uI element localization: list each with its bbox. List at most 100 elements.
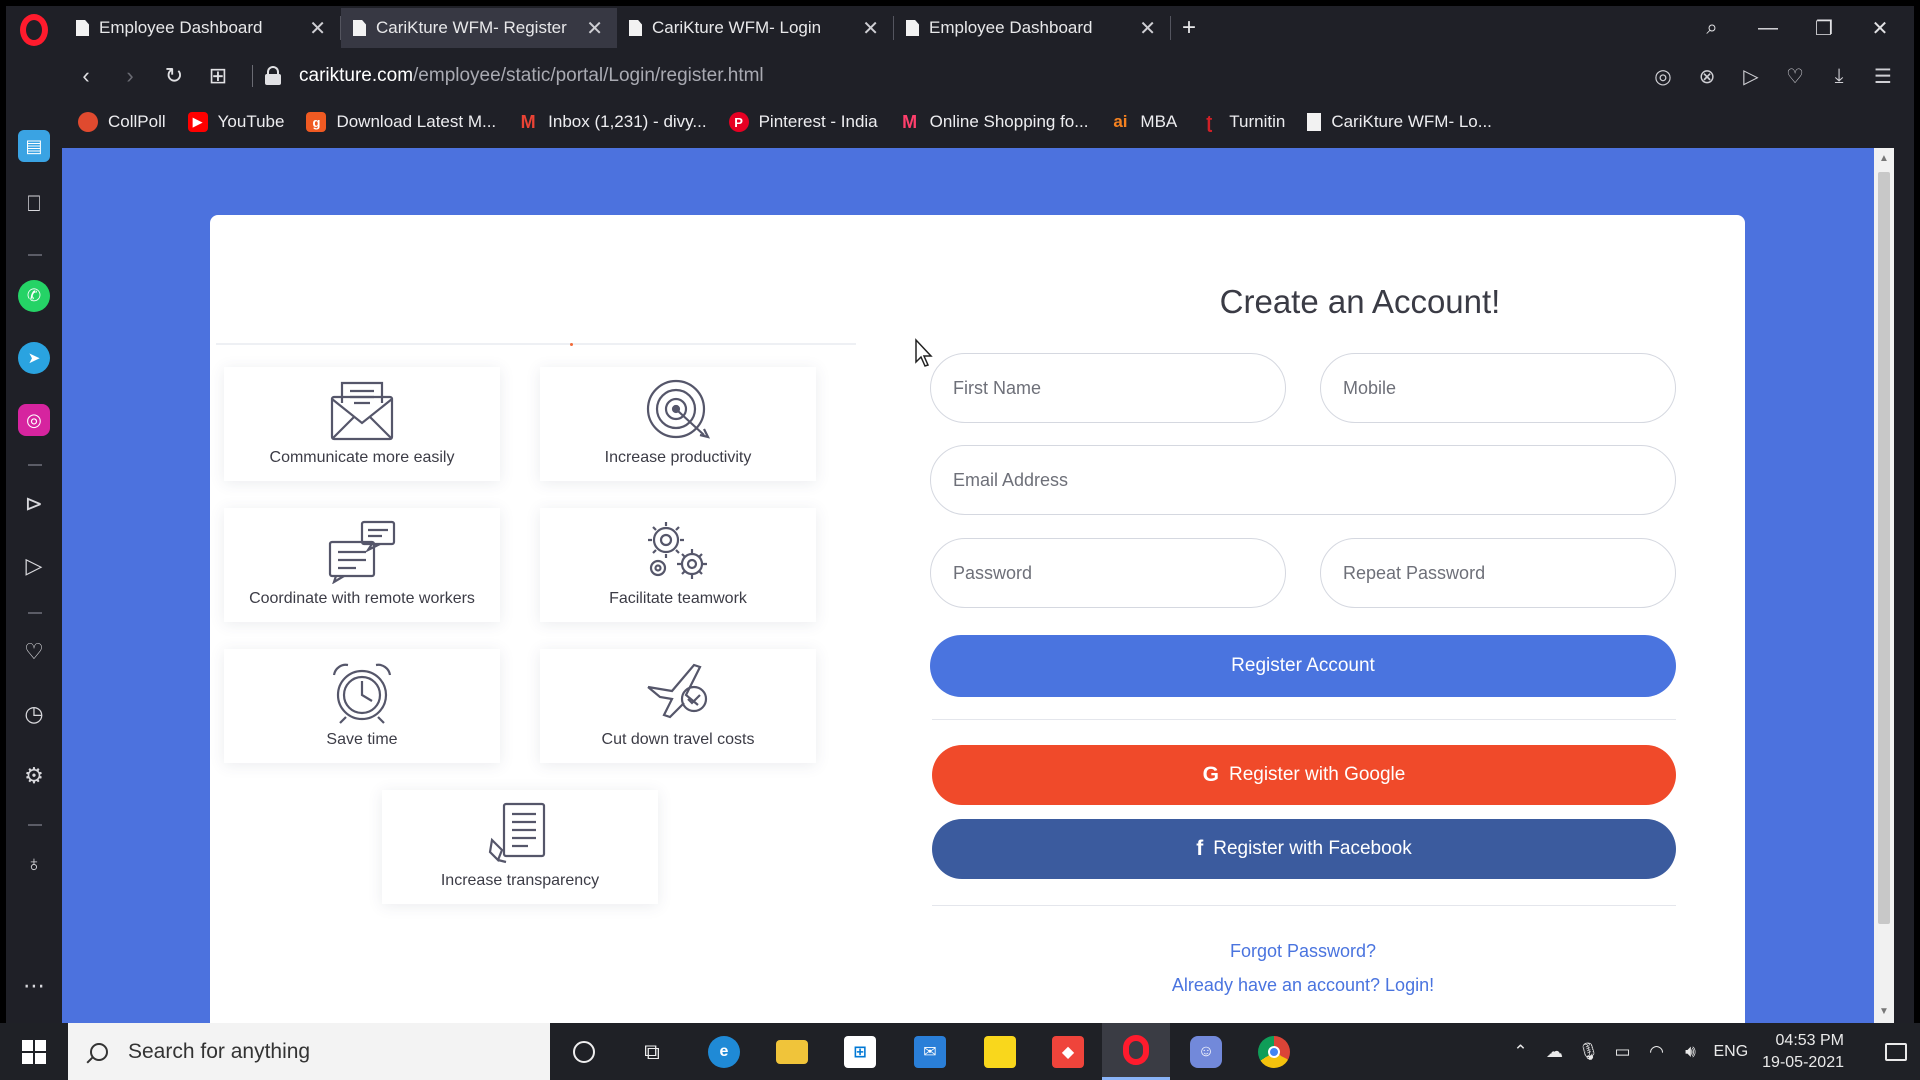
mouse-pointer-icon bbox=[915, 338, 933, 367]
bookmarks-icon[interactable]: ⎕ bbox=[18, 188, 50, 220]
feature-label: Increase productivity bbox=[604, 449, 752, 466]
sticky-notes-icon[interactable] bbox=[966, 1023, 1034, 1080]
address-actions: ◎ ⊗ ▷ ♡ ⤓ ☰ bbox=[1644, 56, 1902, 96]
tips-icon[interactable]: ♁ bbox=[18, 848, 50, 880]
divider bbox=[932, 905, 1676, 906]
password-input[interactable] bbox=[930, 538, 1286, 608]
feature-productivity: Increase productivity bbox=[540, 367, 816, 481]
edge-icon[interactable]: e bbox=[690, 1023, 758, 1080]
heart-icon[interactable]: ♡ bbox=[18, 636, 50, 668]
window-border bbox=[1914, 0, 1920, 1023]
mobile-input[interactable] bbox=[1320, 353, 1676, 423]
bookmark-label: MBA bbox=[1140, 112, 1178, 131]
anydesk-icon[interactable]: ◆ bbox=[1034, 1023, 1102, 1080]
store-icon[interactable]: ⊞ bbox=[826, 1023, 894, 1080]
back-button[interactable]: ‹ bbox=[64, 56, 108, 96]
chevron-up-icon[interactable]: ⌃ bbox=[1503, 1023, 1537, 1080]
more-icon[interactable]: ⋯ bbox=[18, 970, 50, 1002]
minimize-button[interactable]: — bbox=[1740, 8, 1796, 48]
discord-icon[interactable]: ☺ bbox=[1172, 1023, 1240, 1080]
new-tab-button[interactable]: + bbox=[1171, 8, 1207, 48]
scroll-down-icon[interactable]: ▼ bbox=[1874, 1003, 1894, 1021]
opera-menu-icon[interactable] bbox=[20, 14, 48, 46]
scroll-thumb[interactable] bbox=[1878, 172, 1890, 924]
alarm-clock-icon bbox=[332, 663, 392, 724]
clock[interactable]: 04:53 PM 19-05-2021 bbox=[1762, 1030, 1844, 1074]
repeat-password-input[interactable] bbox=[1320, 538, 1676, 608]
forward-button[interactable]: › bbox=[108, 56, 152, 96]
bookmark-pinterest[interactable]: P Pinterest - India bbox=[728, 112, 878, 132]
start-button[interactable] bbox=[0, 1023, 68, 1080]
tab-login[interactable]: CariKture WFM- Login ✕ bbox=[617, 8, 893, 48]
opera-taskbar-icon[interactable] bbox=[1102, 1023, 1170, 1080]
volume-icon[interactable]: 🔊︎ bbox=[1673, 1023, 1707, 1080]
login-link[interactable]: Already have an account? Login! bbox=[930, 975, 1676, 996]
restore-button[interactable]: ❐ bbox=[1796, 8, 1852, 48]
lock-icon[interactable] bbox=[265, 66, 281, 86]
mail-icon[interactable]: ✉ bbox=[896, 1023, 964, 1080]
divider bbox=[932, 719, 1676, 720]
instagram-icon[interactable]: ◎ bbox=[18, 404, 50, 436]
divider bbox=[28, 612, 42, 614]
player-icon[interactable]: ⊳ bbox=[18, 488, 50, 520]
taskbar-search[interactable]: Search for anything bbox=[68, 1023, 550, 1080]
bookmark-label: CollPoll bbox=[108, 112, 166, 131]
forgot-password-link[interactable]: Forgot Password? bbox=[930, 941, 1676, 962]
tab-employee-dashboard[interactable]: Employee Dashboard ✕ bbox=[64, 8, 340, 48]
page-scrollbar[interactable]: ▲ ▼ bbox=[1874, 148, 1894, 1023]
bookmark-label: Pinterest - India bbox=[758, 112, 878, 131]
notification-icon[interactable] bbox=[1872, 1023, 1920, 1080]
settings-icon[interactable]: ⚙ bbox=[18, 760, 50, 792]
tab-close-icon[interactable]: ✕ bbox=[1139, 16, 1156, 41]
heart-icon[interactable]: ♡ bbox=[1776, 56, 1814, 96]
register-google-button[interactable]: G Register with Google bbox=[932, 745, 1676, 805]
adblock-icon[interactable]: ⊗ bbox=[1688, 56, 1726, 96]
bookmark-shopping[interactable]: M Online Shopping fo... bbox=[900, 112, 1088, 132]
tab-strip: Employee Dashboard ✕ CariKture WFM- Regi… bbox=[64, 8, 1207, 48]
bookmark-carikture[interactable]: CariKture WFM- Lo... bbox=[1307, 112, 1492, 132]
chrome-icon[interactable] bbox=[1240, 1023, 1308, 1080]
telegram-icon[interactable]: ➤ bbox=[18, 342, 50, 374]
bookmark-turnitin[interactable]: ʈ Turnitin bbox=[1199, 112, 1285, 132]
file-explorer-icon[interactable] bbox=[758, 1023, 826, 1080]
send-icon[interactable]: ▷ bbox=[18, 550, 50, 582]
bookmark-download[interactable]: g Download Latest M... bbox=[306, 112, 496, 132]
download-icon[interactable]: ⤓ bbox=[1820, 56, 1858, 96]
first-name-input[interactable] bbox=[930, 353, 1286, 423]
language-indicator[interactable]: ENG bbox=[1713, 1043, 1748, 1061]
tab-close-icon[interactable]: ✕ bbox=[586, 16, 603, 41]
close-window-button[interactable]: ✕ bbox=[1852, 8, 1908, 48]
bookmark-youtube[interactable]: ▶ YouTube bbox=[187, 112, 284, 132]
register-facebook-button[interactable]: f Register with Facebook bbox=[932, 819, 1676, 879]
tab-close-icon[interactable]: ✕ bbox=[309, 16, 326, 41]
history-icon[interactable]: ◷ bbox=[18, 698, 50, 730]
tab-close-icon[interactable]: ✕ bbox=[862, 16, 879, 41]
cortana-button[interactable] bbox=[550, 1023, 618, 1080]
send-icon[interactable]: ▷ bbox=[1732, 56, 1770, 96]
tab-grid-icon[interactable]: ⊞ bbox=[196, 56, 240, 96]
bookmark-mba[interactable]: ai MBA bbox=[1110, 112, 1177, 132]
task-view-button[interactable]: ⧉ bbox=[618, 1023, 686, 1080]
tab-search-icon[interactable]: ⌕ bbox=[1684, 8, 1740, 48]
download-site-icon: g bbox=[306, 112, 327, 132]
bookmark-gmail[interactable]: M Inbox (1,231) - divy... bbox=[518, 112, 707, 132]
easy-setup-icon[interactable]: ☰ bbox=[1864, 56, 1902, 96]
tab-register[interactable]: CariKture WFM- Register ✕ bbox=[341, 8, 617, 48]
scroll-up-icon[interactable]: ▲ bbox=[1874, 150, 1894, 168]
bookmark-collpoll[interactable]: CollPoll bbox=[78, 112, 166, 132]
battery-icon[interactable]: ▭ bbox=[1605, 1023, 1639, 1080]
register-account-button[interactable]: Register Account bbox=[930, 635, 1676, 697]
microphone-icon[interactable]: 🎙︎ bbox=[1571, 1023, 1605, 1080]
cloud-icon[interactable]: ☁ bbox=[1537, 1023, 1571, 1080]
reload-button[interactable]: ↻ bbox=[152, 56, 196, 96]
url-field[interactable]: carikture.com/employee/static/portal/Log… bbox=[299, 65, 764, 87]
camera-icon[interactable]: ◎ bbox=[1644, 56, 1682, 96]
email-input[interactable] bbox=[930, 445, 1676, 515]
whatsapp-icon[interactable]: ✆ bbox=[18, 280, 50, 312]
tab-employee-dashboard-2[interactable]: Employee Dashboard ✕ bbox=[894, 8, 1170, 48]
tab-label: CariKture WFM- Login bbox=[652, 18, 822, 37]
workspaces-icon[interactable]: ▤ bbox=[18, 130, 50, 162]
wifi-icon[interactable]: ◠ bbox=[1639, 1023, 1673, 1080]
opera-sidebar: ▤ ⎕ ✆ ➤ ◎ ⊳ ▷ ♡ ◷ ⚙ ♁ ⋯ bbox=[6, 122, 62, 1023]
turnitin-icon: ʈ bbox=[1206, 111, 1213, 132]
